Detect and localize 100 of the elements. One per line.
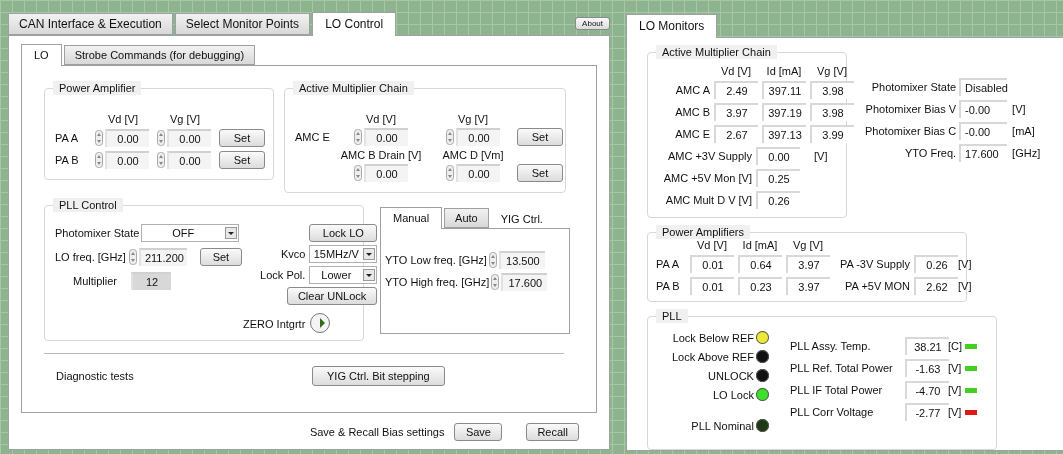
row-label: AMC E bbox=[295, 131, 329, 143]
value-indicator: Disabled bbox=[959, 78, 1008, 96]
section-label: Diagnostic tests bbox=[56, 370, 135, 382]
column-label: Vg [V] bbox=[169, 113, 201, 125]
value-indicator: 0.25 bbox=[756, 169, 800, 187]
lock-lo-button[interactable]: Lock LO bbox=[309, 224, 378, 242]
group-title: Active Multiplier Chain bbox=[656, 45, 777, 59]
row-label: PA B bbox=[55, 154, 80, 166]
spinner-control[interactable] bbox=[95, 152, 103, 168]
numeric-field[interactable]: 0.00 bbox=[167, 151, 211, 169]
numeric-field[interactable]: 0.00 bbox=[364, 128, 408, 146]
unit-label: [mA] bbox=[1012, 125, 1036, 137]
row-label: PA A bbox=[656, 258, 681, 270]
value-indicator: -2.77 bbox=[904, 403, 949, 421]
unit-label: [V] bbox=[958, 280, 972, 292]
field-label: YTO High freq. [GHz] bbox=[385, 276, 490, 288]
tab[interactable]: Auto bbox=[444, 208, 489, 228]
spinner-control[interactable] bbox=[157, 130, 165, 146]
action-button[interactable]: Save bbox=[454, 423, 503, 441]
numeric-field[interactable]: 13.500 bbox=[498, 251, 545, 269]
row-label: AMC Mult D V [V] bbox=[664, 194, 752, 206]
toggle-button[interactable] bbox=[309, 312, 332, 334]
field-label: Vg [V] bbox=[457, 113, 489, 125]
spinner-control[interactable] bbox=[128, 249, 137, 265]
numeric-field[interactable]: 0.00 bbox=[456, 164, 500, 182]
value-indicator: -0.00 bbox=[959, 100, 1008, 118]
row-label: PA -3V Supply bbox=[838, 258, 910, 270]
tab[interactable]: YIG Ctrl. bbox=[490, 210, 553, 228]
spinner-control[interactable] bbox=[157, 152, 165, 168]
row-label: AMC B bbox=[674, 106, 710, 118]
unit-label: [V] bbox=[958, 258, 972, 270]
spinner-control[interactable] bbox=[446, 165, 454, 181]
numeric-field[interactable]: 0.00 bbox=[167, 129, 211, 147]
set-button[interactable]: Set bbox=[517, 164, 563, 182]
value-indicator: 2.62 bbox=[914, 277, 958, 295]
row-label: AMC A bbox=[674, 84, 710, 96]
spinner-control[interactable] bbox=[354, 165, 362, 181]
group-title: Power Amplifier bbox=[53, 81, 142, 95]
field-label: Photomixer State bbox=[55, 227, 140, 239]
numeric-field[interactable]: 0.00 bbox=[364, 164, 408, 182]
value-indicator: 0.64 bbox=[738, 255, 782, 273]
value-indicator: 3.97 bbox=[714, 103, 758, 121]
field-label: YTO Low freq. [GHz] bbox=[385, 254, 487, 266]
value-indicator: 397.19 bbox=[762, 103, 806, 121]
clear-unlock-button[interactable]: Clear UNLock bbox=[286, 287, 378, 305]
tab[interactable]: Strobe Commands (for debugging) bbox=[63, 45, 256, 65]
row-label: PA +5V MON bbox=[844, 280, 910, 292]
row-label: PLL IF Total Power bbox=[789, 384, 884, 396]
tab[interactable]: LO Control bbox=[312, 12, 397, 36]
unit-label: [C] bbox=[947, 340, 962, 352]
numeric-field[interactable]: 0.00 bbox=[105, 151, 149, 169]
numeric-field[interactable]: 0.00 bbox=[456, 128, 500, 146]
tab[interactable]: Manual bbox=[380, 207, 443, 229]
value-indicator: 3.97 bbox=[786, 255, 830, 273]
value-indicator: 0.26 bbox=[914, 255, 958, 273]
unit-label: [V] bbox=[814, 150, 829, 162]
spinner-control[interactable] bbox=[95, 130, 103, 146]
numeric-field[interactable]: 211.200 bbox=[138, 248, 187, 266]
dropdown[interactable]: OFF bbox=[141, 224, 239, 242]
value-indicator: 0.00 bbox=[756, 147, 800, 165]
field-label: LO freq. [GHz] bbox=[55, 251, 126, 263]
field-label: Kvco bbox=[280, 248, 306, 260]
dropdown[interactable]: Lower bbox=[309, 266, 378, 284]
row-label: YTO Freq. bbox=[903, 147, 957, 159]
spinner-control[interactable] bbox=[488, 252, 497, 268]
spinner-control[interactable] bbox=[446, 129, 454, 145]
unit-label: [V] bbox=[947, 384, 962, 396]
multiplier-indicator: 12 bbox=[131, 272, 171, 290]
about-button[interactable]: About bbox=[575, 17, 610, 30]
bit-stepping-button[interactable]: YIG Ctrl. Bit stepping bbox=[312, 366, 445, 386]
value-indicator: 2.49 bbox=[714, 81, 758, 99]
value-indicator: -1.63 bbox=[904, 359, 949, 377]
numeric-field[interactable]: 0.00 bbox=[105, 129, 149, 147]
column-label: Vd [V] bbox=[107, 113, 139, 125]
tab[interactable]: CAN Interface & Execution bbox=[8, 13, 173, 35]
field-label: ZERO Intgrtr bbox=[243, 318, 306, 330]
spinner-control[interactable] bbox=[491, 274, 500, 290]
value-indicator: 0.26 bbox=[756, 191, 800, 209]
tab[interactable]: LO Monitors bbox=[626, 14, 718, 38]
set-button[interactable]: Set bbox=[219, 129, 265, 147]
tab[interactable]: Select Monitor Points bbox=[174, 13, 311, 35]
section-label: Save & Recall Bias settings bbox=[309, 426, 445, 438]
dropdown[interactable]: 15MHz/V bbox=[309, 245, 378, 263]
action-button[interactable]: Recall bbox=[526, 423, 579, 441]
group-title: PLL Control bbox=[53, 198, 123, 212]
tab[interactable]: LO bbox=[21, 44, 62, 66]
column-label: Vd [V] bbox=[696, 239, 728, 251]
value-indicator: 0.23 bbox=[738, 277, 782, 295]
value-indicator: 2.67 bbox=[714, 125, 758, 143]
set-button[interactable]: Set bbox=[219, 151, 265, 169]
set-button[interactable]: Set bbox=[199, 248, 242, 266]
row-label: Photomixer Bias C bbox=[865, 125, 957, 137]
value-indicator: 3.97 bbox=[786, 277, 830, 295]
field-label: Lock Pol. bbox=[260, 269, 306, 281]
set-button[interactable]: Set bbox=[517, 128, 563, 146]
numeric-field[interactable]: 17.600 bbox=[501, 273, 548, 291]
spinner-control[interactable] bbox=[354, 129, 362, 145]
column-label: Vg [V] bbox=[816, 65, 848, 77]
value-indicator: 3.98 bbox=[810, 81, 854, 99]
value-indicator: 397.11 bbox=[762, 81, 806, 99]
